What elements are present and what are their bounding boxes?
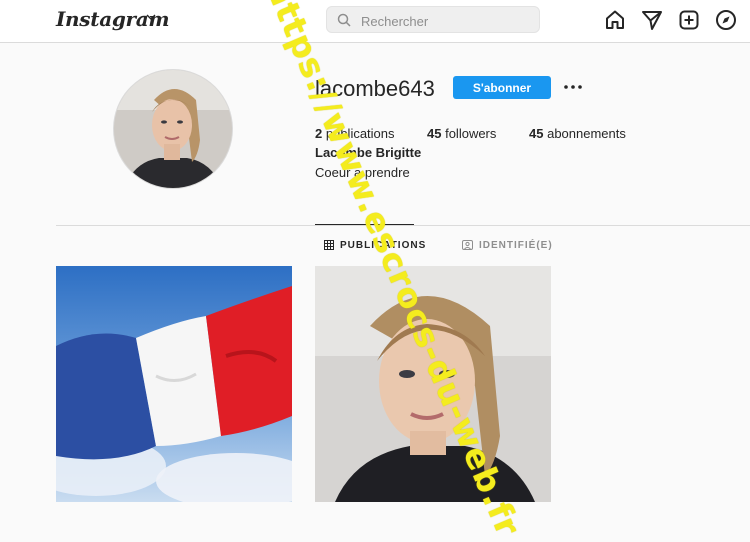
top-navigation-bar: Instagram	[0, 0, 750, 43]
followers-stat[interactable]: 45 followers	[427, 126, 496, 141]
following-stat[interactable]: 45 abonnements	[529, 126, 626, 141]
follow-button[interactable]: S'abonner	[453, 76, 551, 99]
tag-icon	[462, 240, 473, 251]
new-post-icon[interactable]	[677, 8, 701, 32]
search-bar[interactable]	[326, 6, 540, 33]
post-flag[interactable]	[56, 266, 292, 502]
flag-image	[56, 266, 292, 502]
following-count: 45	[529, 126, 544, 141]
explore-icon[interactable]	[714, 8, 738, 32]
tab-tagged[interactable]: IDENTIFIÉ(E)	[462, 240, 553, 251]
direct-message-icon[interactable]	[640, 8, 664, 32]
following-label: abonnements	[547, 126, 626, 141]
followers-count: 45	[427, 126, 442, 141]
profile-avatar[interactable]	[113, 69, 233, 189]
chevron-down-icon[interactable]	[145, 11, 157, 23]
grid-icon	[324, 240, 334, 251]
tab-tagged-label: IDENTIFIÉ(E)	[479, 240, 553, 251]
avatar-image	[114, 70, 232, 188]
search-input[interactable]	[359, 11, 533, 31]
followers-label: followers	[445, 126, 497, 141]
home-icon[interactable]	[603, 8, 627, 32]
tabs-divider	[56, 225, 750, 226]
search-icon	[337, 13, 351, 27]
more-options-icon[interactable]	[562, 78, 584, 96]
